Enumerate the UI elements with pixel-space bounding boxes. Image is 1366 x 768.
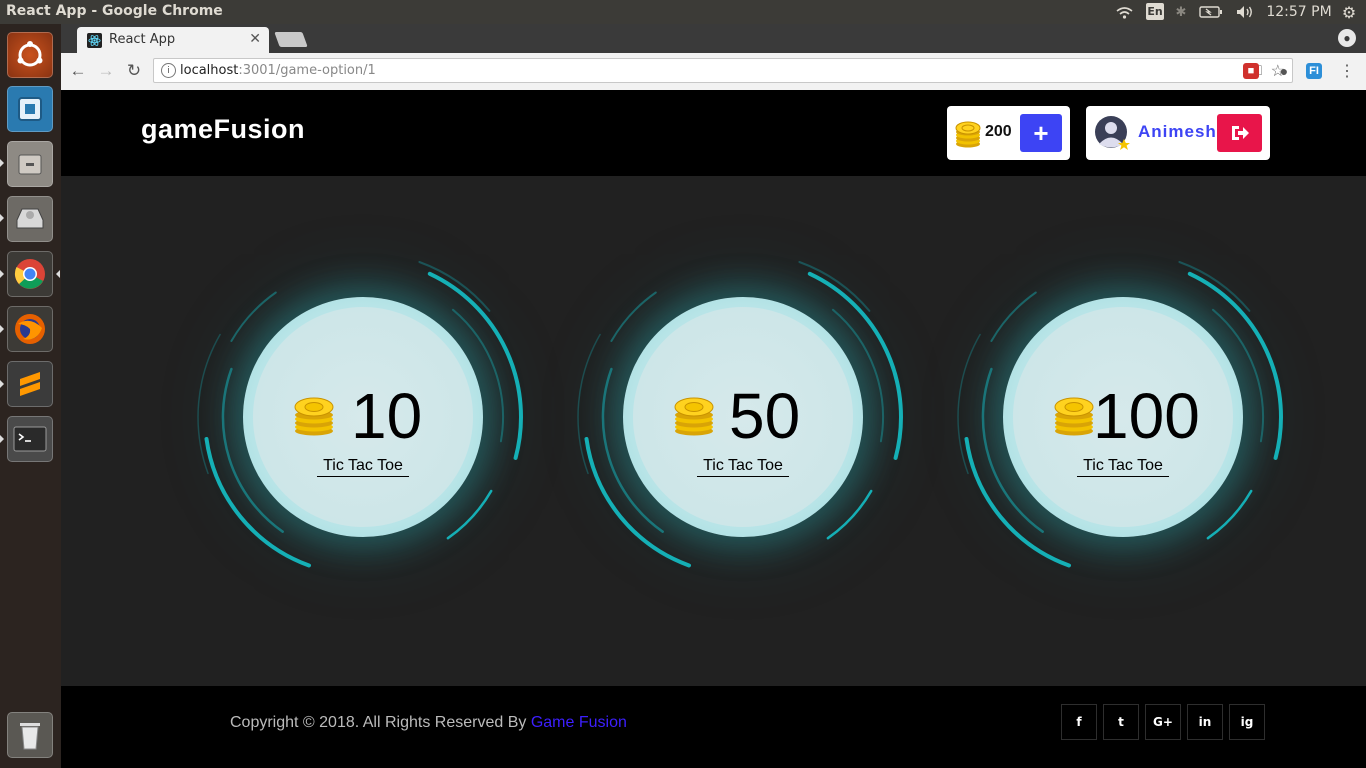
game-option-card[interactable]: 10 Tic Tac Toe (185, 256, 545, 596)
option-disc: 50 Tic Tac Toe (623, 297, 863, 537)
reload-icon[interactable]: ↻ (123, 61, 145, 81)
keyboard-layout-indicator[interactable]: En (1146, 3, 1164, 20)
game-name-label: Tic Tac Toe (623, 457, 863, 477)
browser-toolbar: ← → ↻ i localhost:3001/game-option/1 ⚿ ☆… (61, 53, 1366, 91)
extension-red-icon[interactable]: ■ (1243, 63, 1259, 79)
url-text: localhost:3001/game-option/1 (180, 63, 376, 78)
game-fusion-link[interactable]: Game Fusion (531, 714, 627, 731)
address-bar[interactable]: i localhost:3001/game-option/1 ⚿ ☆ (153, 58, 1293, 83)
option-disc: 100 Tic Tac Toe (1003, 297, 1243, 537)
app-header: gameFusion 200 + Animesh (61, 90, 1366, 176)
chrome-menu-icon[interactable]: ⋮ (1339, 63, 1355, 80)
tab-close-icon[interactable]: ✕ (249, 30, 261, 47)
ring-arc (230, 291, 277, 342)
sublime-running-indicator (0, 380, 4, 388)
disks-running-indicator (0, 214, 4, 222)
virtualbox-icon[interactable] (7, 86, 53, 132)
file-manager-running-indicator (0, 159, 4, 167)
logout-button[interactable] (1217, 114, 1262, 152)
volume-icon[interactable] (1234, 0, 1256, 24)
wifi-icon[interactable] (1113, 0, 1135, 24)
game-option-card[interactable]: 50 Tic Tac Toe (565, 256, 925, 596)
extension-fi-icon[interactable]: FI (1306, 63, 1322, 79)
app-footer: Copyright © 2018. All Rights Reserved By… (61, 686, 1366, 768)
chrome-icon[interactable] (7, 251, 53, 297)
tab-title: React App (109, 32, 176, 47)
chrome-running-indicator (0, 270, 4, 278)
ring-arc (446, 489, 493, 540)
bluetooth-icon[interactable]: ✱ (1173, 0, 1189, 24)
coin-stack-icon (955, 118, 981, 153)
coin-balance: 200 + (947, 106, 1070, 160)
game-options: 10 Tic Tac Toe 50 Tic Tac Toe 100 Tic Ta… (61, 176, 1366, 686)
copyright-label: Copyright © 2018. All Rights Reserved By (230, 714, 531, 731)
add-coins-button[interactable]: + (1020, 114, 1062, 152)
plus-icon: + (1033, 117, 1049, 148)
top-panel: React App - Google Chrome En ✱ 12:57 PM … (0, 0, 1366, 24)
url-path: :3001/game-option/1 (238, 63, 376, 78)
firefox-icon[interactable] (7, 306, 53, 352)
tab-strip: React App ✕ ● (61, 24, 1366, 53)
app-logo[interactable]: gameFusion (141, 114, 305, 145)
terminal-icon[interactable] (7, 416, 53, 462)
firefox-running-indicator (0, 325, 4, 333)
user-profile: Animesh (1086, 106, 1270, 160)
profile-icon[interactable]: ● (1338, 29, 1356, 47)
facebook-icon[interactable]: f (1061, 704, 1097, 740)
user-avatar-icon[interactable] (1094, 115, 1130, 156)
window-title: React App - Google Chrome (6, 3, 223, 19)
site-info-icon[interactable]: i (161, 63, 176, 78)
tab-react-app[interactable]: React App ✕ (77, 27, 269, 53)
game-name: Tic Tac Toe (697, 457, 789, 477)
instagram-icon[interactable]: ig (1229, 704, 1265, 740)
coin-stack-icon (293, 392, 335, 441)
option-disc: 10 Tic Tac Toe (243, 297, 483, 537)
linkedin-icon[interactable]: in (1187, 704, 1223, 740)
disks-icon[interactable] (7, 196, 53, 242)
stake-value: 50 (729, 380, 801, 452)
coin-stack-icon (1053, 392, 1095, 441)
clock[interactable]: 12:57 PM (1266, 0, 1332, 24)
new-tab-button[interactable] (274, 32, 308, 47)
battery-icon[interactable] (1198, 0, 1224, 24)
trash-icon[interactable] (7, 712, 53, 758)
twitter-icon[interactable]: t (1103, 704, 1139, 740)
back-arrow-icon[interactable]: ← (67, 61, 89, 81)
stake-value: 10 (351, 380, 423, 452)
react-logo-icon (87, 33, 102, 53)
ring-arc (990, 291, 1037, 342)
game-name: Tic Tac Toe (317, 457, 409, 477)
sign-out-icon (1231, 126, 1249, 140)
forward-arrow-icon[interactable]: → (95, 61, 117, 81)
ring-arc (610, 291, 657, 342)
settings-gear-icon[interactable]: ⚙ (1338, 0, 1360, 24)
file-manager-icon[interactable] (7, 141, 53, 187)
game-name-label: Tic Tac Toe (1003, 457, 1243, 477)
game-option-card[interactable]: 100 Tic Tac Toe (945, 256, 1305, 596)
ring-arc (1206, 489, 1253, 540)
launcher (0, 24, 61, 768)
game-name-label: Tic Tac Toe (243, 457, 483, 477)
extension-bulb-icon[interactable]: ● (1276, 63, 1292, 79)
sublime-text-icon[interactable] (7, 361, 53, 407)
url-host: localhost (180, 63, 239, 78)
google-plus-icon[interactable]: G+ (1145, 704, 1181, 740)
terminal-running-indicator (0, 435, 4, 443)
coin-stack-icon (673, 392, 715, 441)
coin-balance-value: 200 (985, 123, 1012, 140)
ring-arc (826, 489, 873, 540)
user-name[interactable]: Animesh (1138, 122, 1217, 142)
copyright-text: Copyright © 2018. All Rights Reserved By… (230, 714, 627, 732)
game-name: Tic Tac Toe (1077, 457, 1169, 477)
stake-value: 100 (1093, 380, 1200, 452)
ubuntu-dash-icon[interactable] (7, 32, 53, 78)
chrome-focused-indicator (56, 270, 60, 278)
